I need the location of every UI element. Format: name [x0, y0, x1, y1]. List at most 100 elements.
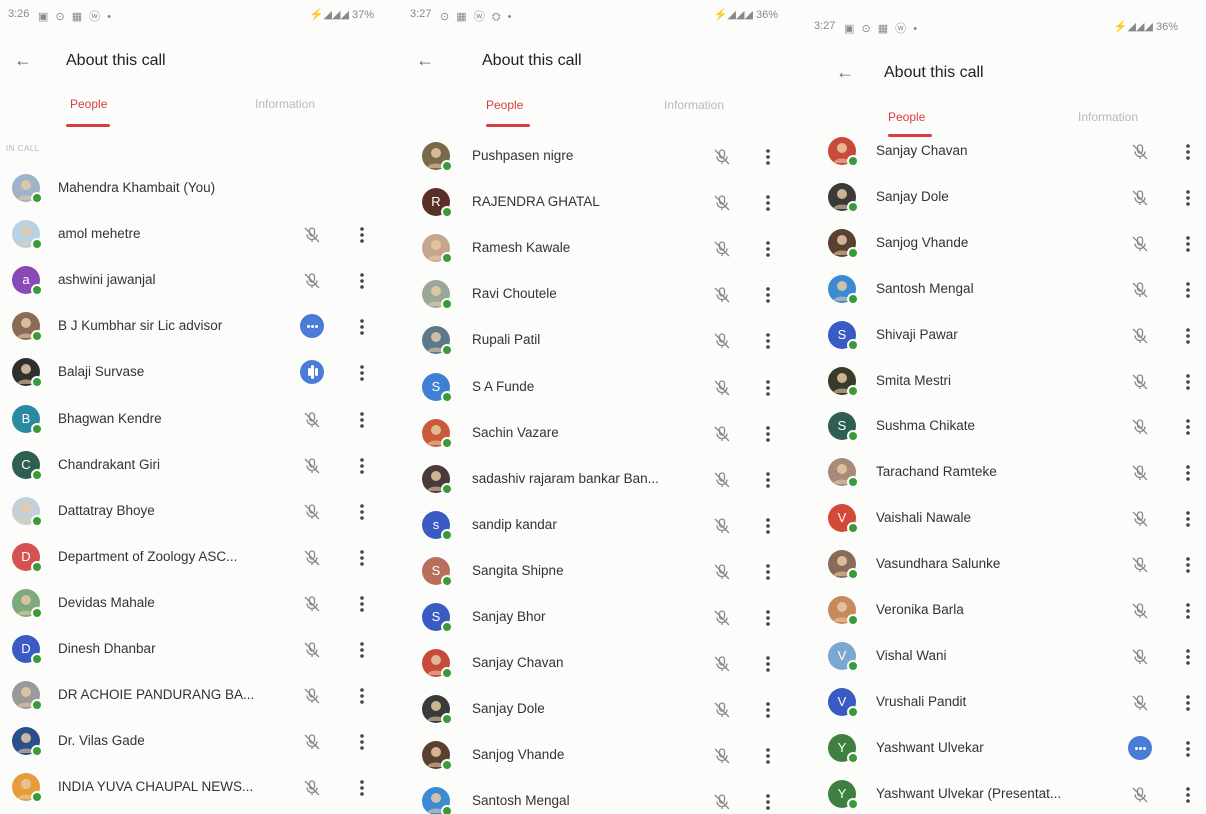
participant-row[interactable]: Sanjay Chavan [806, 131, 1206, 171]
more-options-icon[interactable] [758, 329, 778, 353]
more-options-icon[interactable] [758, 790, 778, 814]
more-options-icon[interactable] [758, 744, 778, 768]
tab-people[interactable]: People [486, 98, 523, 112]
more-options-icon[interactable] [352, 776, 372, 800]
more-options-icon[interactable] [1178, 599, 1198, 623]
more-options-icon[interactable] [758, 422, 778, 446]
more-options-icon[interactable] [1178, 370, 1198, 394]
back-arrow-icon[interactable]: ← [836, 62, 854, 83]
participant-row[interactable]: V Vishal Wani [806, 636, 1206, 676]
more-options-icon[interactable] [758, 145, 778, 169]
participant-row[interactable]: Pushpasen nigre [402, 136, 806, 176]
more-options-icon[interactable] [1178, 140, 1198, 164]
more-options-icon[interactable] [352, 408, 372, 432]
tab-people[interactable]: People [70, 97, 107, 111]
participant-row[interactable]: a ashwini jawanjal [0, 260, 402, 300]
participant-row[interactable]: Vasundhara Salunke [806, 544, 1206, 584]
online-status-dot [847, 200, 859, 213]
more-options-icon[interactable] [1178, 645, 1198, 669]
more-options-icon[interactable] [758, 376, 778, 400]
participant-row[interactable]: Y Yashwant Ulvekar [806, 728, 1206, 768]
participant-row[interactable]: Dr. Vilas Gade [0, 721, 402, 761]
participant-row[interactable]: D Dinesh Dhanbar [0, 629, 402, 669]
participant-row[interactable]: Sanjay Chavan [402, 643, 806, 683]
online-status-dot [847, 568, 859, 581]
participant-row[interactable]: S Sushma Chikate [806, 406, 1206, 446]
participant-row[interactable]: INDIA YUVA CHAUPAL NEWS... [0, 767, 402, 807]
more-options-icon[interactable] [758, 191, 778, 215]
more-options-icon[interactable] [758, 606, 778, 630]
participant-row[interactable]: Sachin Vazare [402, 413, 806, 453]
participant-row[interactable]: Ravi Choutele [402, 274, 806, 314]
more-options-icon[interactable] [1178, 278, 1198, 302]
participant-row[interactable]: sadashiv rajaram bankar Ban... [402, 459, 806, 499]
more-options-icon[interactable] [1178, 461, 1198, 485]
more-options-icon[interactable] [758, 468, 778, 492]
more-options-icon[interactable] [758, 237, 778, 261]
participant-row[interactable]: Devidas Mahale [0, 583, 402, 623]
participant-row[interactable]: S Sanjay Bhor [402, 597, 806, 637]
participant-row[interactable]: Ramesh Kawale [402, 228, 806, 268]
participant-row[interactable]: C Chandrakant Giri [0, 445, 402, 485]
more-options-icon[interactable] [1178, 737, 1198, 761]
more-options-icon[interactable] [352, 638, 372, 662]
more-options-icon[interactable] [1178, 507, 1198, 531]
more-options-icon[interactable] [352, 361, 372, 385]
more-options-icon[interactable] [1178, 415, 1198, 439]
participant-row[interactable]: Balaji Survase [0, 352, 402, 392]
more-options-icon[interactable] [758, 698, 778, 722]
more-options-icon[interactable] [352, 454, 372, 478]
participant-row[interactable]: V Vaishali Nawale [806, 498, 1206, 538]
more-options-icon[interactable] [352, 592, 372, 616]
tab-people[interactable]: People [888, 110, 925, 124]
participant-row[interactable]: S Sangita Shipne [402, 551, 806, 591]
more-options-icon[interactable] [758, 560, 778, 584]
more-options-icon[interactable] [352, 269, 372, 293]
participant-row[interactable]: Mahendra Khambait (You) [0, 168, 402, 208]
participant-row[interactable]: B J Kumbhar sir Lic advisor [0, 306, 402, 346]
back-arrow-icon[interactable]: ← [416, 50, 434, 71]
more-options-icon[interactable] [1178, 783, 1198, 807]
tab-information[interactable]: Information [1078, 110, 1138, 124]
more-options-icon[interactable] [352, 730, 372, 754]
participant-row[interactable]: S Shivaji Pawar [806, 315, 1206, 355]
participant-row[interactable]: s sandip kandar [402, 505, 806, 545]
more-options-icon[interactable] [1178, 324, 1198, 348]
participant-row[interactable]: Santosh Mengal [806, 269, 1206, 309]
participant-row[interactable]: Sanjay Dole [402, 689, 806, 729]
participant-row[interactable]: DR ACHOIE PANDURANG BA... [0, 675, 402, 715]
online-status-dot [847, 292, 859, 305]
participant-row[interactable]: Sanjay Dole [806, 177, 1206, 217]
more-options-icon[interactable] [352, 684, 372, 708]
back-arrow-icon[interactable]: ← [14, 50, 32, 71]
participant-row[interactable]: Tarachand Ramteke [806, 452, 1206, 492]
participant-row[interactable]: Smita Mestri [806, 361, 1206, 401]
more-options-icon[interactable] [1178, 553, 1198, 577]
more-options-icon[interactable] [1178, 232, 1198, 256]
online-status-dot [441, 252, 453, 265]
participant-row[interactable]: Dattatray Bhoye [0, 491, 402, 531]
more-options-icon[interactable] [352, 315, 372, 339]
more-options-icon[interactable] [758, 652, 778, 676]
participant-row[interactable]: S S A Funde [402, 367, 806, 407]
more-options-icon[interactable] [1178, 691, 1198, 715]
participant-row[interactable]: amol mehetre [0, 214, 402, 254]
participant-row[interactable]: Santosh Mengal [402, 781, 806, 814]
more-options-icon[interactable] [352, 223, 372, 247]
participant-row[interactable]: V Vrushali Pandit [806, 682, 1206, 722]
more-options-icon[interactable] [352, 546, 372, 570]
participant-row[interactable]: B Bhagwan Kendre [0, 399, 402, 439]
more-options-icon[interactable] [352, 500, 372, 524]
more-options-icon[interactable] [758, 514, 778, 538]
tab-information[interactable]: Information [664, 98, 724, 112]
participant-row[interactable]: R RAJENDRA GHATAL [402, 182, 806, 222]
tab-information[interactable]: Information [255, 97, 315, 111]
participant-row[interactable]: D Department of Zoology ASC... [0, 537, 402, 577]
participant-row[interactable]: Veronika Barla [806, 590, 1206, 630]
participant-row[interactable]: Rupali Patil [402, 320, 806, 360]
more-options-icon[interactable] [758, 283, 778, 307]
participant-row[interactable]: Sanjog Vhande [806, 223, 1206, 263]
participant-row[interactable]: Sanjog Vhande [402, 735, 806, 775]
more-options-icon[interactable] [1178, 186, 1198, 210]
participant-row[interactable]: Y Yashwant Ulvekar (Presentat... [806, 774, 1206, 814]
